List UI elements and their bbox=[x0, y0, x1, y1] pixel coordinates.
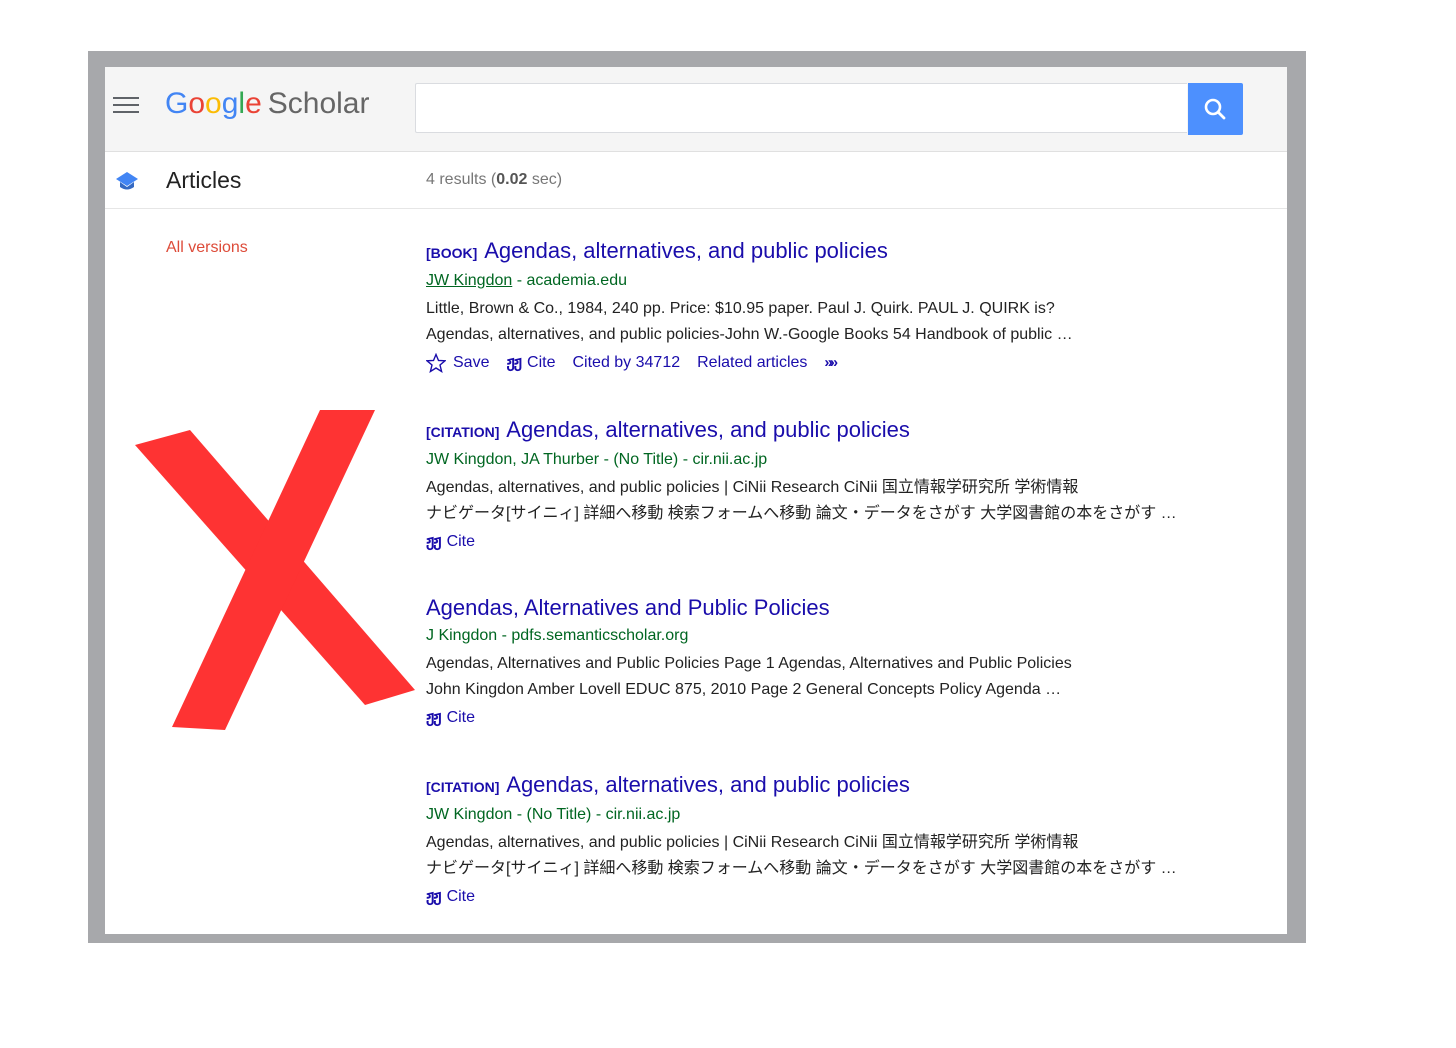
quote-icon: ჟჟ bbox=[426, 533, 442, 550]
logo-suffix: Scholar bbox=[267, 87, 370, 120]
result-item: [CITATION] Agendas, alternatives, and pu… bbox=[426, 771, 1286, 909]
logo-letter: g bbox=[221, 87, 239, 120]
red-x-mark bbox=[135, 410, 415, 730]
search-input[interactable] bbox=[415, 83, 1187, 133]
result-actions: ჟჟ Cite bbox=[426, 706, 1286, 730]
search-button[interactable] bbox=[1188, 83, 1243, 135]
quote-icon: ჟჟ bbox=[506, 354, 522, 371]
cite-label: Cite bbox=[446, 709, 476, 726]
cite-label: Cite bbox=[446, 533, 476, 550]
result-source: - academia.edu bbox=[512, 272, 627, 289]
cite-button[interactable]: ჟჟ Cite bbox=[426, 530, 475, 554]
save-label: Save bbox=[453, 354, 490, 371]
star-icon bbox=[426, 353, 446, 373]
double-chevron-icon[interactable]: »» bbox=[824, 351, 838, 375]
result-actions: ჟჟ Cite bbox=[426, 885, 1286, 909]
graduation-cap-icon bbox=[116, 172, 138, 190]
result-type-tag: [CITATION] bbox=[426, 424, 500, 440]
sub-header: Articles 4 results (0.02 sec) bbox=[105, 152, 1287, 209]
snippet-line: Agendas, alternatives, and public polici… bbox=[426, 479, 1079, 496]
logo-letter: G bbox=[165, 87, 189, 120]
snippet-line: Little, Brown & Co., 1984, 240 pp. Price… bbox=[426, 300, 1055, 317]
all-versions-link[interactable]: All versions bbox=[166, 239, 248, 257]
result-snippet: Agendas, alternatives, and public polici… bbox=[426, 830, 1286, 882]
snippet-line: Agendas, Alternatives and Public Policie… bbox=[426, 655, 1072, 672]
cite-label: Cite bbox=[446, 888, 476, 905]
cite-button[interactable]: ჟჟ Cite bbox=[426, 706, 475, 730]
save-button[interactable]: Save bbox=[426, 351, 489, 375]
quote-icon: ჟჟ bbox=[426, 709, 442, 726]
result-title-link[interactable]: Agendas, Alternatives and Public Policie… bbox=[426, 594, 1286, 622]
cite-button[interactable]: ჟჟ Cite bbox=[426, 885, 475, 909]
result-item: Agendas, Alternatives and Public Policie… bbox=[426, 594, 1286, 771]
result-authors: JW Kingdon, JA Thurber - (No Title) - ci… bbox=[426, 451, 768, 468]
result-title-link[interactable]: [BOOK] Agendas, alternatives, and public… bbox=[426, 237, 1286, 267]
results-list: [BOOK] Agendas, alternatives, and public… bbox=[426, 237, 1286, 909]
result-title-text: Agendas, Alternatives and Public Policie… bbox=[426, 595, 830, 620]
result-count-prefix: 4 results ( bbox=[426, 171, 497, 188]
result-authors: J Kingdon - pdfs.semanticscholar.org bbox=[426, 627, 689, 644]
snippet-line: Agendas, alternatives, and public polici… bbox=[426, 834, 1079, 851]
related-articles-link[interactable]: Related articles bbox=[697, 351, 807, 375]
result-authors: JW Kingdon - academia.edu bbox=[426, 270, 1286, 292]
result-title-text: Agendas, alternatives, and public polici… bbox=[506, 417, 910, 442]
result-actions: Save ჟჟ Cite Cited by 34712 Related artic… bbox=[426, 351, 1286, 375]
result-title-link[interactable]: [CITATION] Agendas, alternatives, and pu… bbox=[426, 771, 1286, 801]
logo-letter: o bbox=[188, 87, 206, 120]
cite-button[interactable]: ჟჟ Cite bbox=[506, 351, 555, 375]
result-count-suffix: sec) bbox=[527, 171, 563, 188]
result-item: [CITATION] Agendas, alternatives, and pu… bbox=[426, 416, 1286, 594]
logo-letter: o bbox=[205, 87, 222, 120]
google-scholar-logo[interactable]: Google Scholar bbox=[165, 87, 369, 121]
snippet-line: Agendas, alternatives, and public polici… bbox=[426, 326, 1073, 343]
result-time: 0.02 bbox=[496, 171, 528, 188]
result-title-text: Agendas, alternatives, and public polici… bbox=[484, 238, 888, 263]
header-bar: Google Scholar bbox=[105, 67, 1287, 152]
snippet-line: ナビゲータ[サイニィ] 詳細へ移動 検索フォームへ移動 論文・データをさがす 大… bbox=[426, 860, 1177, 877]
snippet-line: John Kingdon Amber Lovell EDUC 875, 2010… bbox=[426, 681, 1062, 698]
quote-icon: ჟჟ bbox=[426, 888, 442, 905]
logo-letter: e bbox=[245, 87, 262, 120]
cited-by-link[interactable]: Cited by 34712 bbox=[572, 351, 680, 375]
result-authors: JW Kingdon - (No Title) - cir.nii.ac.jp bbox=[426, 806, 681, 823]
articles-label[interactable]: Articles bbox=[166, 167, 241, 194]
snippet-line: ナビゲータ[サイニィ] 詳細へ移動 検索フォームへ移動 論文・データをさがす 大… bbox=[426, 505, 1177, 522]
result-count: 4 results (0.02 sec) bbox=[426, 171, 562, 189]
result-snippet: Agendas, Alternatives and Public Policie… bbox=[426, 651, 1286, 703]
result-title-text: Agendas, alternatives, and public polici… bbox=[506, 772, 910, 797]
author-link[interactable]: JW Kingdon bbox=[426, 272, 512, 289]
result-type-tag: [BOOK] bbox=[426, 245, 478, 261]
result-snippet: Little, Brown & Co., 1984, 240 pp. Price… bbox=[426, 296, 1286, 348]
result-type-tag: [CITATION] bbox=[426, 779, 500, 795]
result-actions: ჟჟ Cite bbox=[426, 530, 1286, 554]
result-snippet: Agendas, alternatives, and public polici… bbox=[426, 475, 1286, 527]
cite-label: Cite bbox=[527, 354, 556, 371]
menu-icon[interactable] bbox=[113, 97, 141, 117]
result-title-link[interactable]: [CITATION] Agendas, alternatives, and pu… bbox=[426, 416, 1286, 446]
result-item: [BOOK] Agendas, alternatives, and public… bbox=[426, 237, 1286, 416]
search-icon bbox=[1204, 98, 1226, 120]
